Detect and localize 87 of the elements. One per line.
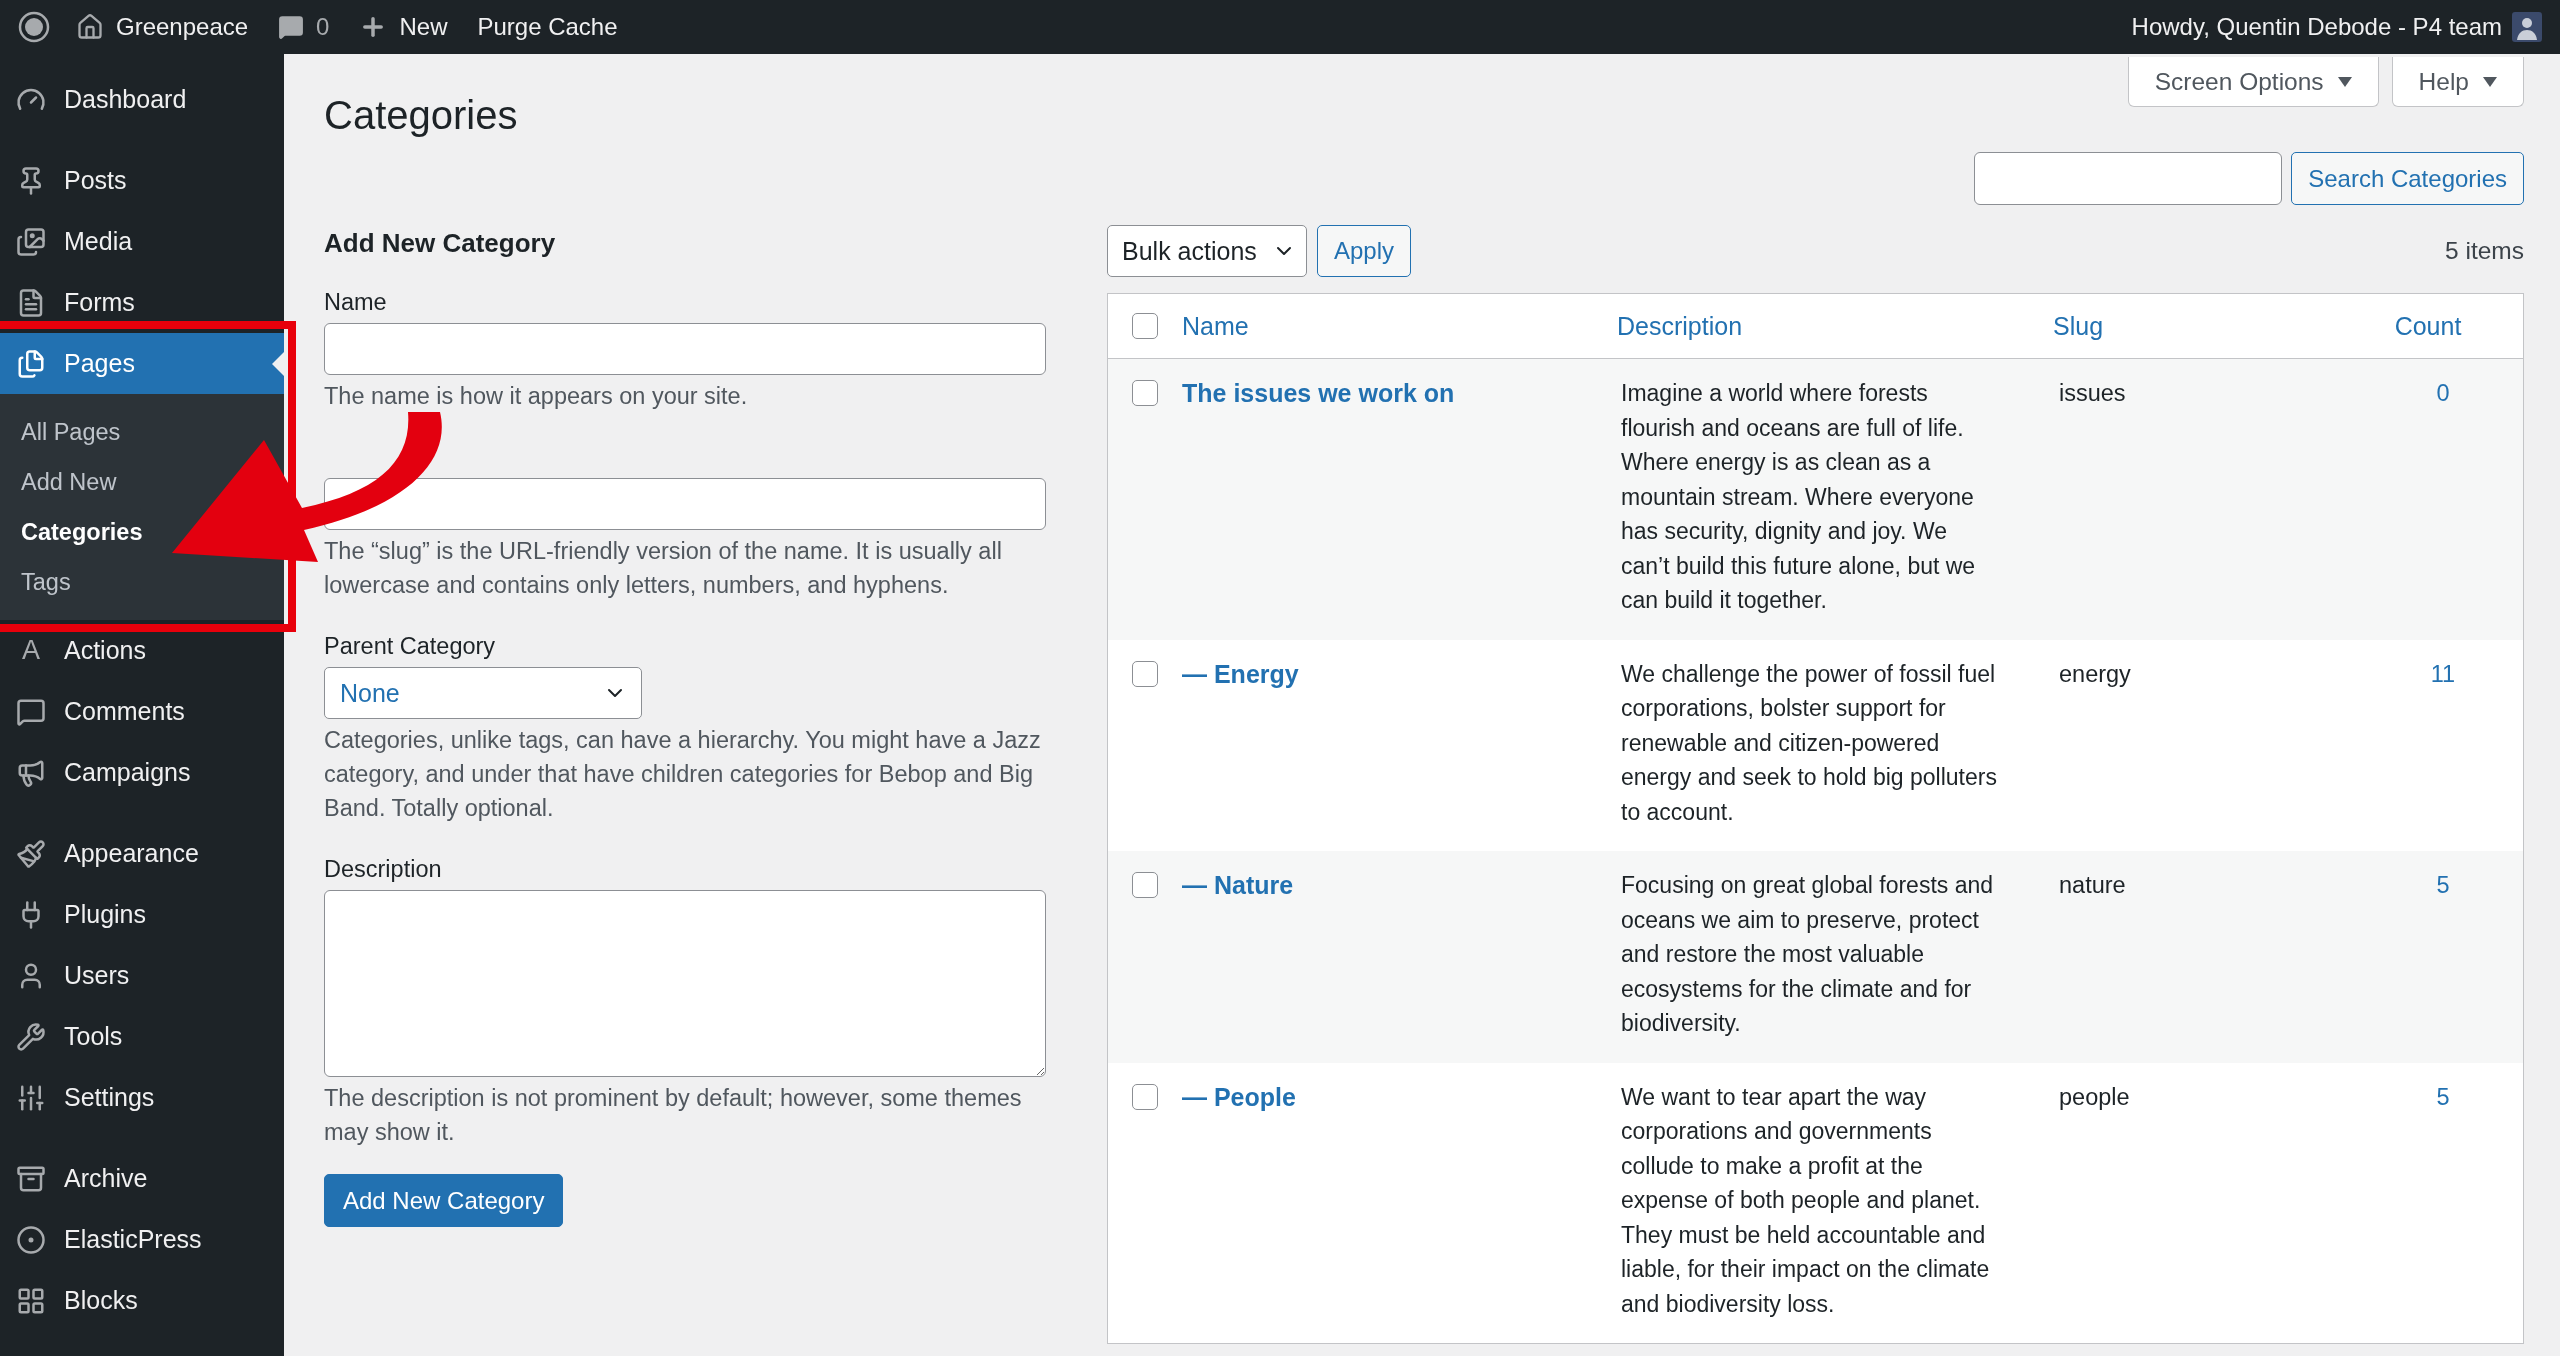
site-name: Greenpeace xyxy=(116,13,249,41)
menu-item[interactable]: Media xyxy=(0,211,284,272)
item-count: 5 items xyxy=(2445,237,2524,265)
count-link[interactable]: 0 xyxy=(2436,376,2450,410)
new-link[interactable]: New xyxy=(359,13,448,41)
bulk-actions-select[interactable]: Bulk actions xyxy=(1107,225,1307,277)
comments-link[interactable]: 0 xyxy=(278,13,330,41)
submenu-item[interactable]: Categories xyxy=(0,507,149,557)
menu-item[interactable]: ElasticPress xyxy=(0,1209,284,1270)
slug-cell-text: people xyxy=(2058,1082,2131,1112)
ring-icon xyxy=(16,1224,46,1255)
menu-item[interactable]: Forms xyxy=(0,272,284,333)
menu-item[interactable]: Campaigns xyxy=(0,742,284,803)
logo-icon[interactable] xyxy=(18,11,50,43)
triangle-icon xyxy=(2483,76,2497,87)
menu-item[interactable]: Appearance xyxy=(0,823,284,884)
page-title: Categories xyxy=(324,93,518,138)
slug-cell-text: nature xyxy=(2058,871,2127,900)
purge-cache-link[interactable]: Purge Cache xyxy=(477,13,618,41)
category-name-link[interactable]: The issues we work on xyxy=(1182,376,1617,410)
description-field[interactable] xyxy=(324,890,1046,1077)
comment-count: 0 xyxy=(316,13,330,41)
column-header[interactable]: Name xyxy=(1182,311,1249,341)
search-button[interactable]: Search Categories xyxy=(2291,152,2524,205)
menu-item[interactable]: A Actions xyxy=(0,620,284,681)
menu-item[interactable]: Posts xyxy=(0,150,284,211)
slug-cell-text: issues xyxy=(2058,379,2127,408)
description-cell-text: Focusing on great global forests and oceans we aim to preserve, protect and restore the most valuable ecosystems for the climate and for biodiversity. xyxy=(1620,871,1995,1038)
field-hint: The “slug” is the URL-friendly version of the name. It is usually all lowercase and contains only letters, numbers, and hyphens. xyxy=(324,537,1003,600)
category-name-link[interactable]: — Nature xyxy=(1182,868,1617,902)
menu-item[interactable]: Plugins xyxy=(0,884,284,945)
checkbox[interactable] xyxy=(1132,872,1158,898)
form-heading: Add New Category xyxy=(324,228,557,258)
account-link[interactable]: Howdy, Quentin Debode - P4 team xyxy=(2131,13,2502,41)
menu-item[interactable]: Comments xyxy=(0,681,284,742)
search-field[interactable] xyxy=(1974,152,2283,205)
count-link[interactable]: 11 xyxy=(2430,656,2456,691)
description-cell-text: We want to tear apart the way corporations and governments collude to make a profit at the expense of both people and planet. They must be held accountable and liable, for their impact on the climate and biodiversity loss. xyxy=(1620,1082,1991,1319)
brush-icon xyxy=(16,838,46,869)
field-hint: The description is not prominent by default; however, some themes may show it. xyxy=(324,1084,1023,1147)
slug-cell-text: energy xyxy=(2058,659,2132,689)
wrench-icon xyxy=(16,1021,46,1052)
description-cell-text: Imagine a world where forests flourish and oceans are full of life. Where energy is as clean as a mountain stream. Where everyone has security, dignity and joy. We can’t build this future alone, but we can build it together. xyxy=(1620,379,1977,615)
category-name-link[interactable]: — Energy xyxy=(1182,656,1617,691)
media-icon xyxy=(16,226,46,257)
field-hint: The name is how it appears on your site. xyxy=(324,382,749,411)
submenu-item[interactable]: Add New xyxy=(0,457,123,507)
menu-item[interactable]: Blocks xyxy=(0,1270,284,1331)
field-hint: Categories, unlike tags, can have a hierarchy. You might have a Jazz category, and under that have children categories for Bebop and Big Band. Totally optional. xyxy=(324,726,1042,823)
column-header[interactable]: Description xyxy=(1617,311,1743,341)
field-label: Parent Category xyxy=(324,632,497,661)
category-name-link[interactable]: — People xyxy=(1182,1079,1617,1114)
field-label: Description xyxy=(324,855,443,884)
menu-item[interactable]: Tools xyxy=(0,1006,284,1067)
column-header[interactable]: Slug xyxy=(2053,311,2104,341)
submenu-item[interactable]: All Pages xyxy=(0,407,127,457)
apply-button[interactable]: Apply xyxy=(1317,225,1412,277)
pages-icon xyxy=(16,348,46,379)
menu-item[interactable]: Users xyxy=(0,945,284,1006)
count-link[interactable]: 5 xyxy=(2436,868,2450,902)
count-link[interactable]: 5 xyxy=(2436,1079,2450,1114)
avatar-icon[interactable] xyxy=(2512,12,2542,42)
checkbox[interactable] xyxy=(1132,1083,1158,1110)
add-category-button[interactable]: Add New Category xyxy=(324,1174,564,1227)
pointer-icon xyxy=(272,351,284,376)
parent-select[interactable]: None xyxy=(324,667,642,719)
checkbox[interactable] xyxy=(1132,313,1158,339)
screen-options-button[interactable]: Screen Options xyxy=(2127,57,2379,107)
checkbox[interactable] xyxy=(1132,380,1158,406)
home-icon xyxy=(76,13,104,41)
help-button[interactable]: Help xyxy=(2391,57,2524,107)
field-label: Name xyxy=(324,288,388,317)
site-link[interactable]: Greenpeace xyxy=(76,13,249,41)
text-field[interactable] xyxy=(324,323,1046,375)
triangle-icon xyxy=(2337,76,2352,87)
letter-icon: A xyxy=(16,635,46,666)
checkbox[interactable] xyxy=(1132,660,1158,687)
comment-icon xyxy=(278,14,305,40)
column-header[interactable]: Count xyxy=(2394,311,2462,341)
menu-item[interactable]: Dashboard xyxy=(0,69,284,130)
submenu-item[interactable]: Tags xyxy=(0,557,77,607)
menu-item[interactable]: Archive xyxy=(0,1148,284,1209)
menu-item[interactable]: Settings xyxy=(0,1067,284,1128)
description-cell-text: We challenge the power of fossil fuel corporations, bolster support for renewable and citizen-powered energy and seek to hold big polluters to account. xyxy=(1620,659,1998,827)
text-field[interactable] xyxy=(324,478,1046,530)
menu-item[interactable]: Pages xyxy=(0,333,284,394)
new-label: New xyxy=(399,13,448,41)
